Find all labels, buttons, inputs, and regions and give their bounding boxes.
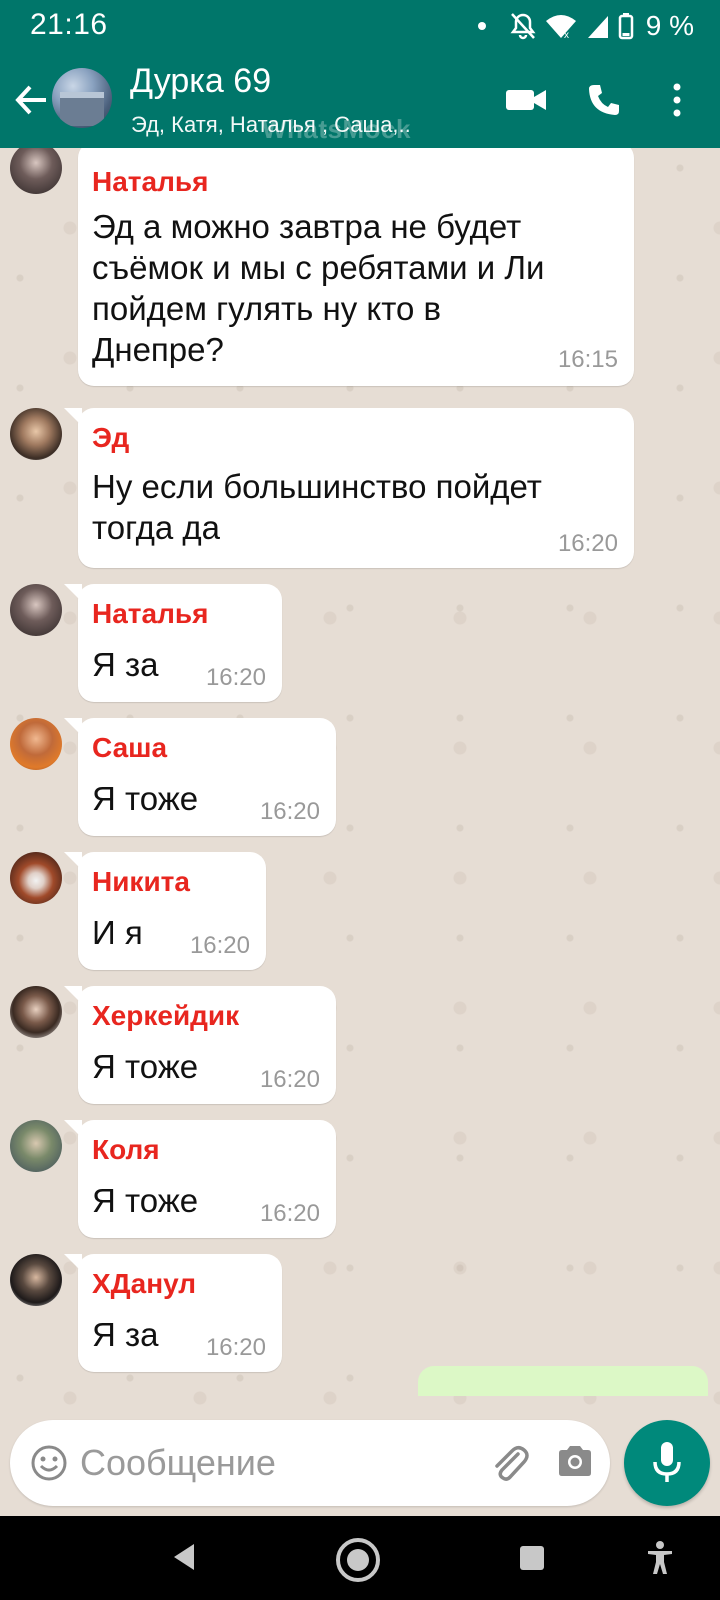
- message-sender: ХДанул: [92, 1268, 197, 1299]
- bubble-tail: [64, 1254, 82, 1272]
- message-bubble[interactable]: Коля Я тоже 16:20: [64, 1120, 336, 1238]
- system-navigation-bar: [0, 1516, 720, 1600]
- signal-icon: [587, 16, 608, 38]
- message-text: Я за: [92, 1316, 159, 1353]
- group-avatar[interactable]: [52, 68, 112, 128]
- mute-icon: [510, 13, 536, 40]
- sender-avatar[interactable]: [10, 986, 62, 1038]
- sender-avatar[interactable]: [10, 718, 62, 770]
- nav-recents-icon[interactable]: [518, 1544, 546, 1572]
- message-sender: Наталья: [92, 166, 209, 197]
- message-time: 16:20: [259, 1200, 320, 1227]
- sender-avatar[interactable]: [10, 584, 62, 636]
- message-sender: Херкейдик: [92, 1000, 240, 1031]
- sender-avatar[interactable]: [10, 148, 62, 194]
- message-text: Я за: [92, 646, 159, 683]
- message-input-bar[interactable]: Сообщение: [10, 1420, 610, 1506]
- message-time: 16:20: [205, 1334, 266, 1361]
- message-time: 16:15: [557, 346, 618, 373]
- outgoing-bubble-partial[interactable]: [418, 1366, 708, 1396]
- chat-area[interactable]: Наталья Эд а можно завтра не будет съёмо…: [0, 148, 720, 1408]
- message-text: Я тоже: [92, 1048, 199, 1085]
- bubble-tail: [64, 584, 82, 602]
- voice-record-button[interactable]: [624, 1420, 710, 1506]
- sender-avatar[interactable]: [10, 852, 62, 904]
- message-text: Я тоже: [92, 1182, 199, 1219]
- attach-icon[interactable]: [488, 1442, 530, 1484]
- message-bubble[interactable]: ХДанул Я за 16:20: [64, 1254, 282, 1372]
- sender-avatar[interactable]: [10, 1254, 62, 1306]
- voice-call-icon[interactable]: [586, 82, 622, 118]
- message-text: Эд а можно завтра не будет съёмок и мы с…: [92, 208, 545, 368]
- svg-text:x: x: [564, 30, 569, 40]
- sender-avatar[interactable]: [10, 408, 62, 460]
- chat-header: Дурка 69 WhatsMock Эд, Катя, Наталья , С…: [0, 52, 720, 148]
- bubble-tail: [64, 852, 82, 870]
- message-bubble[interactable]: Никита И я 16:20: [64, 852, 266, 970]
- message-text: И я: [92, 914, 143, 951]
- status-bar: 21:16 x 9 %: [0, 0, 720, 52]
- message-bubble[interactable]: Эд Ну если большинство пойдет тогда да 1…: [64, 408, 634, 568]
- message-time: 16:20: [259, 1066, 320, 1093]
- microphone-icon: [653, 1442, 681, 1482]
- message-text: Ну если большинство пойдет тогда да: [92, 468, 542, 546]
- back-arrow-icon[interactable]: [14, 80, 50, 120]
- chat-participants[interactable]: Эд, Катя, Наталья , Саша,..: [131, 112, 411, 138]
- video-call-icon[interactable]: [504, 82, 548, 118]
- message-sender: Саша: [92, 732, 168, 763]
- message-sender: Эд: [92, 422, 130, 453]
- message-sender: Коля: [92, 1134, 160, 1165]
- nav-back-icon[interactable]: [170, 1542, 198, 1572]
- nav-home-icon[interactable]: [334, 1536, 382, 1584]
- camera-icon[interactable]: [556, 1444, 594, 1478]
- wifi-icon: x: [545, 15, 576, 40]
- bubble-tail: [64, 986, 82, 1004]
- message-time: 16:20: [259, 798, 320, 825]
- emoji-icon[interactable]: [30, 1444, 68, 1482]
- bubble-tail: [64, 718, 82, 736]
- message-bubble[interactable]: Наталья Эд а можно завтра не будет съёмо…: [78, 148, 634, 386]
- sender-avatar[interactable]: [10, 1120, 62, 1172]
- message-input[interactable]: Сообщение: [80, 1442, 276, 1484]
- message-time: 16:20: [557, 530, 618, 557]
- status-icons: x 9 %: [477, 10, 694, 42]
- message-bubble[interactable]: Херкейдик Я тоже 16:20: [64, 986, 336, 1104]
- more-options-icon[interactable]: [670, 82, 684, 118]
- accessibility-icon[interactable]: [646, 1540, 674, 1576]
- message-time: 16:20: [205, 664, 266, 691]
- message-time: 16:20: [189, 932, 250, 959]
- bubble-tail: [64, 1120, 82, 1138]
- notification-dot-icon: [477, 22, 486, 30]
- message-sender: Никита: [92, 866, 190, 897]
- status-time: 21:16: [30, 8, 108, 41]
- bubble-tail: [64, 408, 82, 426]
- chat-title[interactable]: Дурка 69: [130, 62, 271, 101]
- message-sender: Наталья: [92, 598, 209, 629]
- message-bubble[interactable]: Саша Я тоже 16:20: [64, 718, 336, 836]
- message-text: Я тоже: [92, 780, 199, 817]
- message-bubble[interactable]: Наталья Я за 16:20: [64, 584, 282, 702]
- battery-percent: 9 %: [645, 10, 694, 41]
- battery-icon: [618, 13, 633, 40]
